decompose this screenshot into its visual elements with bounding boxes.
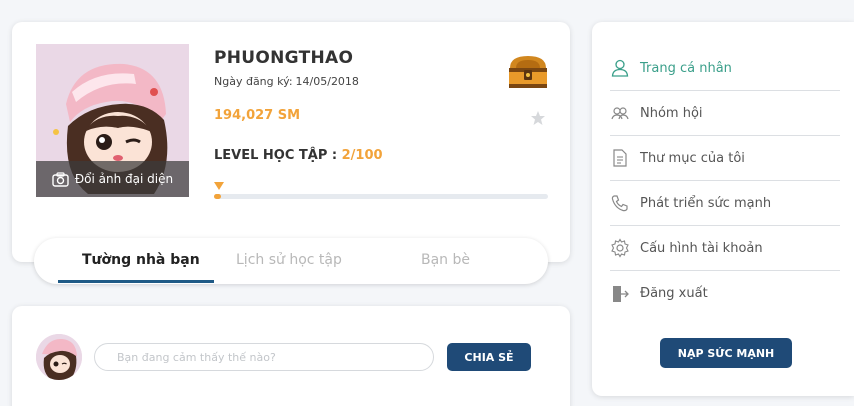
power-up-button[interactable]: NẠP SỨC MẠNH bbox=[660, 338, 792, 368]
star-icon[interactable] bbox=[530, 110, 546, 126]
username: PHUONGTHAO bbox=[214, 48, 354, 68]
menu-item-label: Phát triển sức mạnh bbox=[640, 195, 772, 211]
tab-wall[interactable]: Tường nhà bạn bbox=[82, 252, 200, 268]
user-icon bbox=[611, 59, 629, 77]
treasure-chest-icon[interactable] bbox=[506, 54, 550, 90]
menu-item-label: Cấu hình tài khoản bbox=[640, 240, 763, 256]
progress-marker-icon bbox=[214, 182, 224, 190]
registration-label: Ngày đăng ký: bbox=[214, 75, 293, 88]
menu-item-label: Trang cá nhân bbox=[640, 60, 732, 76]
tab-friends[interactable]: Bạn bè bbox=[421, 252, 470, 268]
change-avatar-label: Đổi ảnh đại diện bbox=[74, 172, 174, 186]
menu-item-power-up[interactable]: Phát triển sức mạnh bbox=[610, 181, 840, 226]
post-composer: CHIA SẺ bbox=[12, 306, 570, 406]
menu-item-profile[interactable]: Trang cá nhân bbox=[610, 46, 840, 91]
logout-icon bbox=[613, 285, 629, 302]
share-button[interactable]: CHIA SẺ bbox=[447, 343, 531, 371]
change-avatar-button[interactable]: Đổi ảnh đại diện bbox=[36, 161, 189, 197]
tab-learning-history[interactable]: Lịch sử học tập bbox=[236, 252, 342, 268]
menu-item-account-settings[interactable]: Cấu hình tài khoản bbox=[610, 226, 840, 271]
document-icon bbox=[613, 149, 627, 167]
registration-date-row: Ngày đăng ký: 14/05/2018 bbox=[214, 75, 359, 88]
progress-fill bbox=[214, 194, 221, 199]
level-value: 2/100 bbox=[341, 148, 383, 163]
profile-tabs: Tường nhà bạn Lịch sử học tập Bạn bè bbox=[34, 238, 548, 284]
post-avatar-image bbox=[36, 334, 82, 380]
active-tab-underline bbox=[58, 280, 214, 283]
level-label: LEVEL HỌC TẬP : bbox=[214, 148, 338, 163]
menu-item-label: Nhóm hội bbox=[640, 105, 703, 121]
profile-avatar[interactable]: Đổi ảnh đại diện bbox=[36, 44, 189, 197]
gear-icon bbox=[611, 238, 629, 258]
level-row: LEVEL HỌC TẬP : 2/100 bbox=[214, 148, 383, 163]
power-points: 194,027 SM bbox=[214, 108, 301, 123]
menu-item-groups[interactable]: Nhóm hội bbox=[610, 91, 840, 136]
camera-icon bbox=[52, 171, 69, 187]
post-avatar bbox=[36, 334, 82, 380]
menu-item-my-folder[interactable]: Thư mục của tôi bbox=[610, 136, 840, 181]
account-menu: Trang cá nhân Nhóm hội Thư mục của tôi P… bbox=[592, 22, 854, 396]
profile-card: Đổi ảnh đại diện PHUONGTHAO Ngày đăng ký… bbox=[12, 22, 570, 262]
registration-date: 14/05/2018 bbox=[295, 75, 359, 88]
menu-item-label: Thư mục của tôi bbox=[640, 150, 745, 166]
status-input[interactable] bbox=[94, 343, 434, 371]
phone-icon bbox=[611, 195, 628, 212]
progress-track bbox=[214, 194, 548, 199]
menu-item-label: Đăng xuất bbox=[640, 286, 708, 301]
menu-item-logout[interactable]: Đăng xuất bbox=[610, 271, 840, 316]
group-icon bbox=[611, 107, 629, 120]
